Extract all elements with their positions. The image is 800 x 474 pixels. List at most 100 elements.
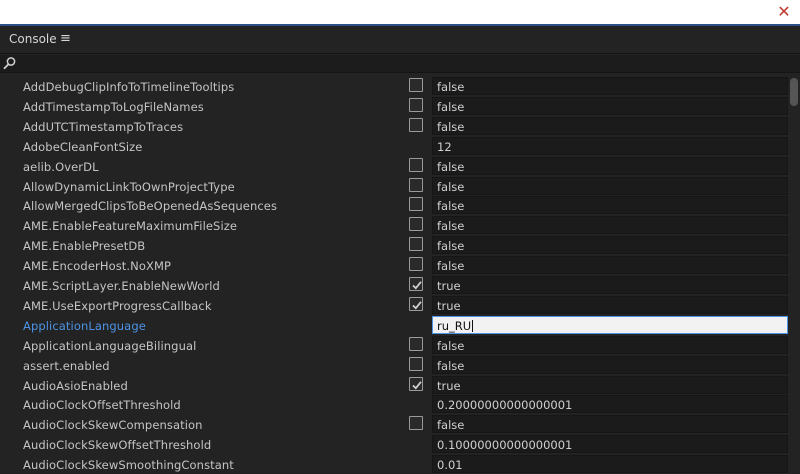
- property-value[interactable]: false: [432, 256, 788, 275]
- property-value[interactable]: false: [432, 176, 788, 195]
- property-value[interactable]: false: [432, 236, 788, 255]
- table-row[interactable]: AudioClockSkewOffsetThreshold 0.100000000…: [0, 434, 788, 454]
- property-key: AME.EnablePresetDB: [23, 239, 146, 254]
- search-icon: [3, 57, 16, 70]
- property-value[interactable]: false: [432, 415, 788, 434]
- table-row[interactable]: aelib.OverDL false: [0, 156, 788, 176]
- property-key: AME.EnableFeatureMaximumFileSize: [23, 219, 238, 234]
- table-row[interactable]: AME.EnableFeatureMaximumFileSize false: [0, 215, 788, 235]
- property-value[interactable]: false: [432, 116, 788, 135]
- table-row[interactable]: AdobeCleanFontSize 12: [0, 136, 788, 156]
- property-value-text: false: [437, 159, 465, 174]
- property-list: AddDebugClipInfoToTimelineTooltips false A…: [0, 76, 788, 474]
- search-bar: [0, 55, 800, 73]
- property-key: AddUTCTimestampToTraces: [23, 119, 184, 134]
- property-value-text: false: [437, 358, 465, 373]
- property-value[interactable]: false: [432, 156, 788, 175]
- property-value[interactable]: false: [432, 216, 788, 235]
- panel-menu-icon[interactable]: ≡: [60, 31, 71, 46]
- table-row[interactable]: AddUTCTimestampToTraces false: [0, 116, 788, 136]
- property-key: AudioClockSkewCompensation: [23, 418, 203, 433]
- property-value[interactable]: false: [432, 196, 788, 215]
- property-checkbox[interactable]: [409, 416, 423, 431]
- property-key: aelib.OverDL: [23, 159, 99, 174]
- scrollbar-thumb[interactable]: [790, 78, 798, 106]
- table-row[interactable]: ApplicationLanguageBilingual false: [0, 335, 788, 355]
- property-value-text: false: [437, 418, 465, 433]
- property-value[interactable]: false: [432, 96, 788, 115]
- property-checkbox[interactable]: [409, 197, 423, 212]
- table-row[interactable]: AME.ScriptLayer.EnableNewWorld true: [0, 275, 788, 295]
- table-row[interactable]: assert.enabled false: [0, 355, 788, 375]
- table-row[interactable]: AudioClockSkewCompensation false: [0, 414, 788, 434]
- property-checkbox[interactable]: [409, 157, 423, 172]
- property-checkbox[interactable]: [409, 336, 423, 351]
- property-key: AddTimestampToLogFileNames: [23, 99, 204, 114]
- property-value-text: 0.10000000000000001: [437, 438, 573, 453]
- property-value-text: false: [437, 259, 465, 274]
- property-value-input[interactable]: ru_RU: [432, 315, 788, 334]
- property-value-text: ru_RU: [437, 318, 472, 333]
- table-row[interactable]: AudioAsioEnabled true: [0, 375, 788, 395]
- property-key: assert.enabled: [23, 358, 110, 373]
- table-row[interactable]: AllowDynamicLinkToOwnProjectType false: [0, 176, 788, 196]
- property-checkbox[interactable]: [409, 217, 423, 232]
- property-value-text: false: [437, 80, 465, 94]
- property-key: AME.ScriptLayer.EnableNewWorld: [23, 279, 220, 293]
- property-value[interactable]: true: [432, 295, 788, 314]
- property-value-text: false: [437, 219, 465, 234]
- table-row[interactable]: AllowMergedClipsToBeOpenedAsSequences fal…: [0, 195, 788, 215]
- property-key: AudioClockOffsetThreshold: [23, 398, 181, 413]
- table-row[interactable]: AudioClockSkewSmoothingConstant 0.01: [0, 454, 788, 474]
- property-value[interactable]: 12: [432, 136, 788, 155]
- property-key: ApplicationLanguageBilingual: [23, 338, 197, 353]
- property-value[interactable]: false: [432, 77, 788, 95]
- property-key: ApplicationLanguage: [23, 318, 146, 333]
- property-checkbox[interactable]: [409, 237, 423, 252]
- property-value-text: 0.01: [437, 458, 463, 473]
- table-row[interactable]: AME.EncoderHost.NoXMP false: [0, 255, 788, 275]
- property-key: AudioClockSkewOffsetThreshold: [23, 438, 212, 453]
- property-key: AllowDynamicLinkToOwnProjectType: [23, 179, 235, 194]
- table-row[interactable]: AME.EnablePresetDB false: [0, 235, 788, 255]
- property-value[interactable]: false: [432, 335, 788, 354]
- property-value-text: 0.20000000000000001: [437, 398, 573, 413]
- property-value[interactable]: 0.10000000000000001: [432, 435, 788, 454]
- property-value-text: false: [437, 239, 465, 254]
- checkmark-icon: [412, 301, 422, 310]
- property-value[interactable]: false: [432, 355, 788, 374]
- table-row[interactable]: ApplicationLanguage ru_RU: [0, 315, 788, 335]
- table-row[interactable]: AME.UseExportProgressCallback true: [0, 295, 788, 315]
- property-value[interactable]: 0.01: [432, 455, 788, 474]
- table-row[interactable]: AddDebugClipInfoToTimelineTooltips false: [0, 76, 788, 96]
- property-value-text: 12: [437, 139, 452, 154]
- property-key: AME.UseExportProgressCallback: [23, 298, 212, 313]
- property-checkbox[interactable]: [409, 376, 423, 391]
- property-checkbox[interactable]: [409, 356, 423, 371]
- property-checkbox[interactable]: [409, 277, 423, 291]
- table-row[interactable]: AddTimestampToLogFileNames false: [0, 96, 788, 116]
- property-checkbox[interactable]: [409, 296, 423, 311]
- property-checkbox[interactable]: [409, 257, 423, 272]
- property-value-text: true: [437, 298, 461, 313]
- property-checkbox[interactable]: [409, 177, 423, 192]
- property-value[interactable]: true: [432, 375, 788, 394]
- property-checkbox[interactable]: [409, 97, 423, 112]
- property-checkbox[interactable]: [409, 78, 423, 92]
- property-value[interactable]: 0.20000000000000001: [432, 395, 788, 414]
- property-key: AdobeCleanFontSize: [23, 139, 143, 154]
- vertical-scrollbar[interactable]: [788, 76, 800, 474]
- panel-header: Console ≡: [0, 26, 800, 54]
- search-input[interactable]: [20, 56, 780, 71]
- property-value-text: false: [437, 99, 465, 114]
- property-value[interactable]: true: [432, 276, 788, 294]
- property-value-text: false: [437, 179, 465, 194]
- property-value-text: true: [437, 279, 461, 293]
- close-icon[interactable]: ✕: [774, 2, 794, 22]
- checkmark-icon: [412, 380, 422, 390]
- property-checkbox[interactable]: [409, 117, 423, 132]
- table-row[interactable]: AudioClockOffsetThreshold 0.2000000000000…: [0, 394, 788, 414]
- text-caret: [472, 319, 474, 332]
- property-key: AudioAsioEnabled: [23, 378, 128, 393]
- property-key: AddDebugClipInfoToTimelineTooltips: [23, 80, 235, 94]
